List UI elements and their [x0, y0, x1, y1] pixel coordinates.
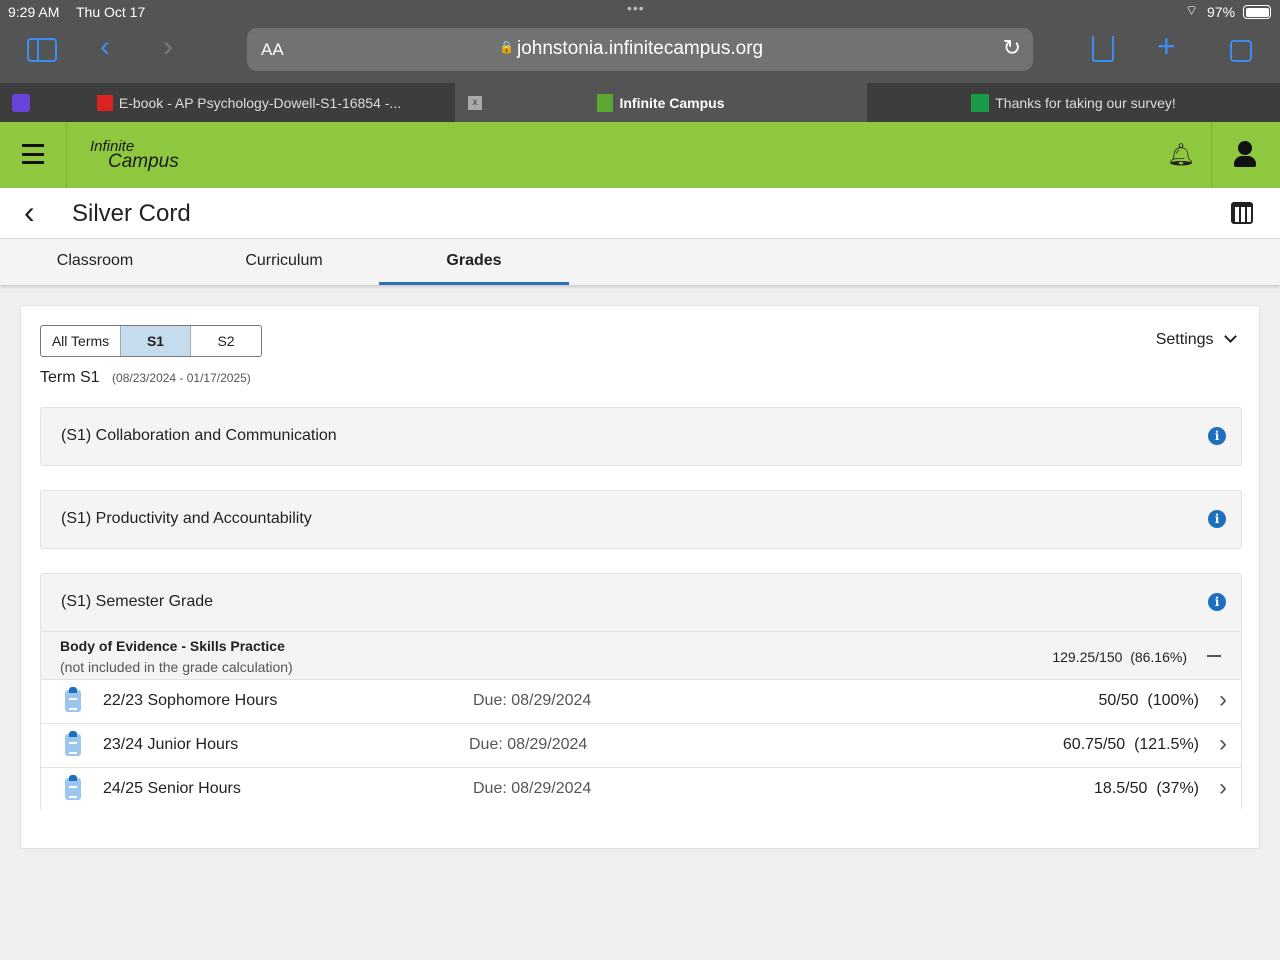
tab-label: Infinite Campus — [619, 94, 725, 111]
share-icon[interactable] — [1092, 36, 1114, 62]
assignment-name: 23/24 Junior Hours — [103, 736, 239, 753]
user-account-button[interactable] — [1211, 122, 1280, 188]
term-s2-button[interactable]: S2 — [191, 326, 261, 356]
percent: (86.16%) — [1130, 649, 1187, 665]
battery-icon — [1243, 5, 1271, 19]
settings-label: Settings — [1155, 331, 1214, 348]
menu-button[interactable] — [0, 122, 67, 188]
browser-tab-bar: E-book - AP Psychology-Dowell-S1-16854 -… — [0, 83, 1280, 122]
info-icon[interactable]: i — [1208, 593, 1226, 611]
chevron-down-icon — [1224, 330, 1237, 343]
category-note: (not included in the grade calculation) — [60, 659, 293, 675]
calendar-icon[interactable] — [1231, 202, 1253, 224]
battery-percent: 97% — [1207, 4, 1236, 20]
browser-toolbar: ‹ › AA 🔒 johnstonia.infinitecampus.org ↻… — [0, 24, 1280, 83]
user-icon — [1238, 141, 1252, 155]
grades-card: All Terms S1 S2 Settings Term S1 (08/23/… — [20, 305, 1260, 849]
chevron-right-icon: › — [1219, 730, 1227, 757]
app-header: Infinite Campus 🔔︎ — [0, 122, 1280, 188]
text-size-button[interactable]: AA — [261, 40, 284, 60]
assignment-icon — [65, 775, 81, 800]
panel-productivity[interactable]: (S1) Productivity and Accountability i — [40, 490, 1242, 549]
sidebar-icon[interactable] — [27, 38, 57, 62]
page-title: Silver Cord — [72, 200, 191, 227]
assignment-score: 50/50 (100%) — [1098, 692, 1199, 709]
panel-semester-grade: (S1) Semester Grade i Body of Evidence -… — [40, 573, 1242, 811]
hamburger-icon — [22, 144, 44, 164]
address-bar[interactable]: AA 🔒 johnstonia.infinitecampus.org ↻ — [247, 28, 1033, 71]
back-chevron-icon[interactable]: ‹ — [24, 194, 35, 231]
term-all-button[interactable]: All Terms — [41, 326, 121, 356]
term-label: Term S1 — [40, 369, 100, 386]
page-title-bar: ‹ Silver Cord — [0, 188, 1280, 239]
assignment-row[interactable]: 23/24 Junior Hours Due: 08/29/2024 60.75… — [41, 723, 1241, 767]
assignment-icon — [65, 687, 81, 712]
tab-survey[interactable]: Thanks for taking our survey! — [867, 83, 1280, 122]
term-heading: Term S1 (08/23/2024 - 01/17/2025) — [40, 369, 251, 387]
status-time: 9:29 AM — [8, 4, 60, 20]
logo-text-bottom: Campus — [108, 151, 179, 172]
wifi-icon: ⌔ — [1185, 2, 1199, 18]
tab-groups-icon[interactable] — [12, 94, 30, 112]
assignment-name: 24/25 Senior Hours — [103, 780, 241, 797]
url-text: johnstonia.infinitecampus.org — [517, 38, 764, 59]
tab-label: E-book - AP Psychology-Dowell-S1-16854 -… — [118, 94, 402, 111]
category-row[interactable]: Body of Evidence - Skills Practice (not … — [41, 631, 1241, 679]
assignment-due: Due: 08/29/2024 — [473, 780, 592, 797]
assignment-score: 60.75/50 (121.5%) — [1062, 736, 1199, 753]
tabs-overview-icon[interactable] — [1230, 40, 1252, 62]
back-icon[interactable]: ‹ — [100, 30, 110, 64]
assignment-name: 22/23 Sophomore Hours — [103, 692, 278, 709]
panel-title: (S1) Productivity and Accountability — [61, 510, 312, 527]
reload-icon[interactable]: ↻ — [1003, 35, 1021, 61]
lock-icon: 🔒 — [499, 40, 514, 54]
tab-ebook[interactable]: E-book - AP Psychology-Dowell-S1-16854 -… — [43, 83, 455, 122]
score: 129.25/150 — [1052, 649, 1123, 665]
infinite-campus-logo[interactable]: Infinite Campus — [90, 138, 179, 173]
multitask-dots-icon[interactable]: ••• — [627, 0, 645, 16]
assignment-due: Due: 08/29/2024 — [473, 692, 592, 709]
settings-dropdown[interactable]: Settings — [1155, 330, 1239, 349]
assignment-row[interactable]: 22/23 Sophomore Hours Due: 08/29/2024 50… — [41, 679, 1241, 723]
info-icon[interactable]: i — [1208, 427, 1226, 445]
tab-classroom[interactable]: Classroom — [0, 239, 190, 285]
panel-collaboration[interactable]: (S1) Collaboration and Communication i — [40, 407, 1242, 466]
ebook-favicon-icon — [96, 94, 113, 111]
tab-grades[interactable]: Grades — [379, 239, 569, 285]
chevron-right-icon: › — [1219, 686, 1227, 713]
campus-favicon-icon — [597, 93, 614, 112]
category-name: Body of Evidence - Skills Practice — [60, 638, 285, 654]
notifications-bell-icon[interactable]: 🔔︎ — [1167, 142, 1195, 168]
term-dates: (08/23/2024 - 01/17/2025) — [112, 371, 251, 385]
panel-title: (S1) Collaboration and Communication — [61, 427, 337, 444]
new-tab-icon[interactable]: + — [1157, 28, 1176, 65]
term-selector: All Terms S1 S2 — [40, 325, 262, 357]
tab-infinite-campus[interactable]: x Infinite Campus — [455, 83, 867, 122]
section-tabs: Classroom Curriculum Grades — [0, 239, 1280, 285]
panel-title: (S1) Semester Grade — [61, 593, 214, 610]
assignment-due: Due: 08/29/2024 — [469, 736, 588, 753]
term-s1-button[interactable]: S1 — [121, 326, 191, 356]
assignment-row[interactable]: 24/25 Senior Hours Due: 08/29/2024 18.5/… — [41, 767, 1241, 811]
survey-favicon-icon — [971, 93, 990, 112]
info-icon[interactable]: i — [1208, 510, 1226, 528]
tab-curriculum[interactable]: Curriculum — [189, 239, 379, 285]
forward-icon[interactable]: › — [163, 30, 173, 64]
status-date: Thu Oct 17 — [76, 4, 146, 20]
collapse-icon[interactable] — [1207, 655, 1221, 657]
category-score: 129.25/150 (86.16%) — [1052, 649, 1187, 665]
chevron-right-icon: › — [1219, 774, 1227, 801]
close-tab-icon[interactable]: x — [468, 95, 482, 110]
tab-label: Thanks for taking our survey! — [995, 94, 1176, 111]
assignment-score: 18.5/50 (37%) — [1094, 780, 1199, 797]
assignment-icon — [65, 731, 81, 756]
status-bar: 9:29 AM Thu Oct 17 ••• ⌔ 97% — [0, 0, 1280, 24]
